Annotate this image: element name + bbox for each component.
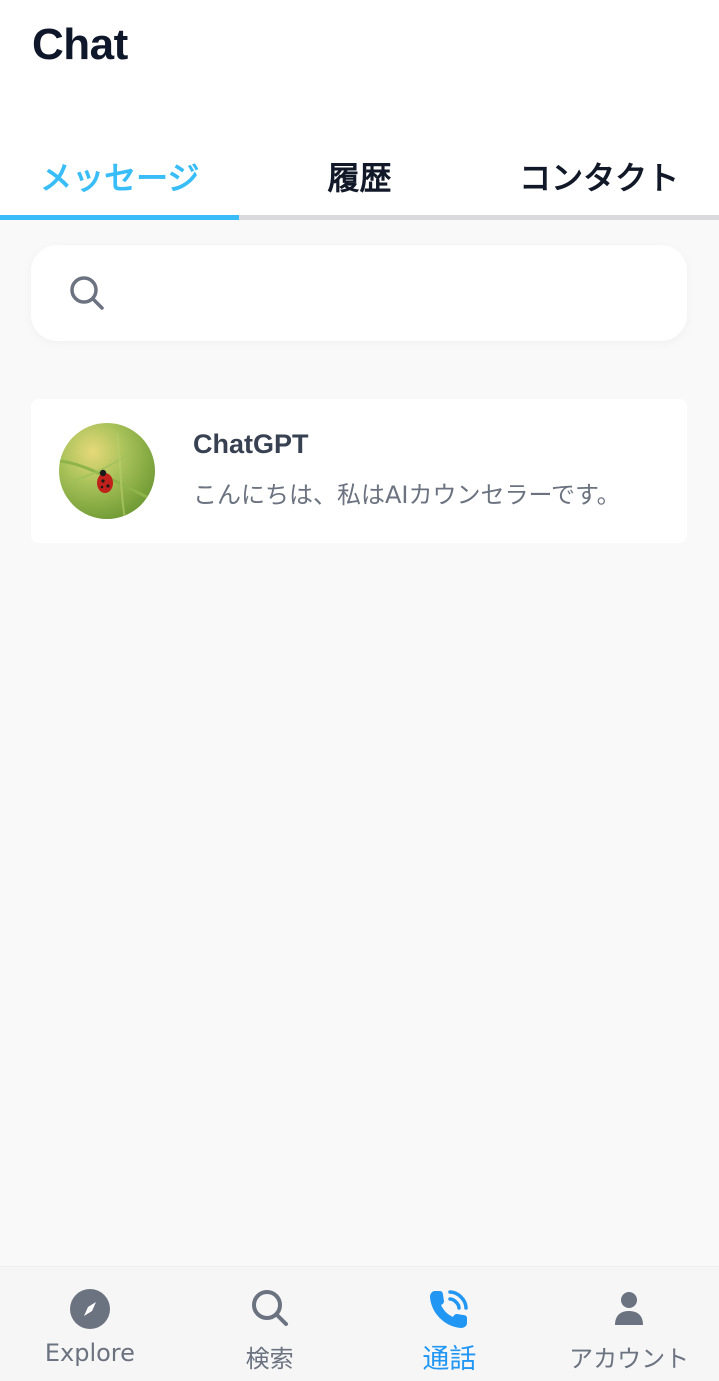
search-input[interactable] [127,265,657,321]
tab-contacts[interactable]: コンタクト [479,140,719,220]
chat-screen: Chat メッセージ 履歴 コンタクト ChatGPT こんにちは、私はAIカウ… [0,0,719,1381]
chat-preview: こんにちは、私はAIカウンセラーです。 [193,481,621,509]
nav-label: 通話 [422,1344,477,1375]
nav-search[interactable]: 検索 [180,1267,360,1381]
nav-label: 検索 [245,1345,294,1373]
tab-active-indicator [0,215,239,220]
nav-explore[interactable]: Explore [0,1267,180,1381]
header: Chat メッセージ 履歴 コンタクト [0,0,719,220]
search-box[interactable] [31,245,687,341]
avatar [59,423,155,519]
chat-list-item[interactable]: ChatGPT こんにちは、私はAIカウンセラーです。 [31,399,687,543]
tab-history[interactable]: 履歴 [240,140,480,220]
user-icon [615,1292,644,1325]
phone-call-icon [430,1290,469,1328]
nav-label: アカウント [569,1345,690,1373]
tab-bar: メッセージ 履歴 コンタクト [0,140,719,220]
ladybug-photo-icon [59,423,155,519]
tab-messages[interactable]: メッセージ [0,140,240,220]
nav-label: Explore [44,1339,135,1367]
chat-name: ChatGPT [193,429,309,459]
nav-account[interactable]: アカウント [539,1267,719,1381]
search-icon [251,1290,288,1326]
nav-call[interactable]: 通話 [360,1267,540,1381]
page-title: Chat [32,20,128,69]
compass-icon [69,1289,110,1329]
bottom-nav: Explore 検索 通話 アカウント [0,1266,719,1381]
search-icon [70,276,104,310]
